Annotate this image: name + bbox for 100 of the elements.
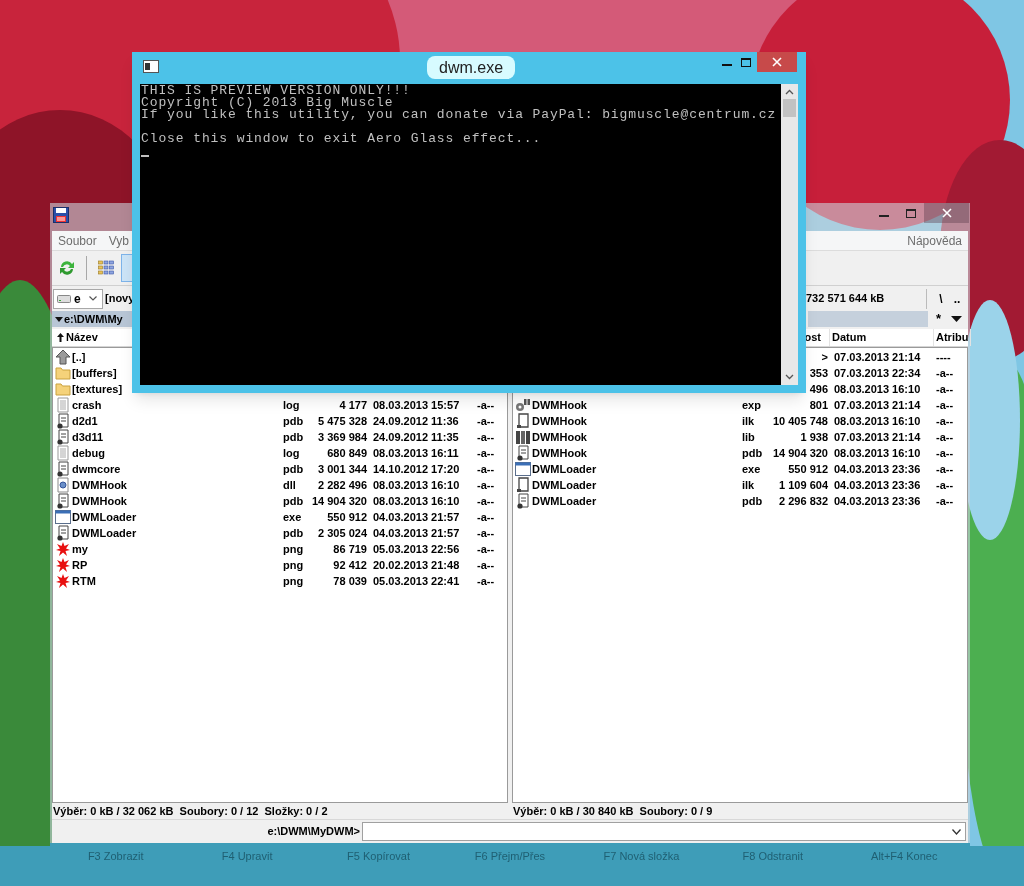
command-input[interactable] [362,822,966,841]
file-name[interactable]: DWMHook [532,413,587,429]
file-name[interactable]: RP [72,557,88,573]
file-attributes: -a-- [477,575,495,587]
file-size: 4 177 [339,398,367,413]
file-name[interactable]: dwmcore [72,461,121,477]
console-app-icon [143,60,159,73]
file-date: 08.03.2013 16:10 [373,479,460,491]
maximize-icon [741,57,751,67]
file-size: 1 109 604 [779,478,828,493]
file-date: 07.03.2013 21:14 [834,351,921,363]
minimize-icon [878,215,889,217]
triangle-down-icon [951,316,963,322]
drive-dropdown[interactable]: e [53,288,103,309]
refresh-icon [58,259,76,277]
path-bar[interactable]: e:\DWM\My [52,311,132,327]
document-icon [515,445,531,461]
file-name[interactable]: [buffers] [72,365,117,381]
root-button[interactable]: \ [936,289,946,308]
console-line: Copyright (C) 2013 Big Muscle [141,97,395,109]
file-date: 08.03.2013 16:10 [834,383,921,395]
window-icon [515,461,531,477]
scroll-up-icon [785,89,794,95]
file-extension: exp [742,399,761,411]
file-attributes: -a-- [477,431,495,443]
file-name[interactable]: d2d1 [72,413,98,429]
file-attributes: -a-- [477,511,495,523]
document-icon [55,429,71,445]
file-size: 3 001 344 [318,462,367,477]
file-attributes: -a-- [477,399,495,411]
file-date: 04.03.2013 23:36 [834,463,921,475]
file-name[interactable]: debug [72,445,105,461]
menu-item[interactable]: Vyb [108,231,129,250]
text-cursor [141,155,149,157]
file-name[interactable]: DWMLoader [72,509,137,525]
path-text: e:\DWM\My [64,311,123,327]
grid-icon [98,260,114,276]
close-button[interactable] [924,203,969,223]
file-attributes: -a-- [936,415,954,427]
file-date: 24.09.2012 11:36 [373,415,459,427]
file-name[interactable]: DWMLoader [532,493,597,509]
column-header[interactable]: Datum [832,329,867,346]
file-name[interactable]: [..] [72,349,86,365]
page-icon [515,477,531,493]
view-button[interactable] [121,254,132,282]
file-date: 08.03.2013 16:10 [834,447,921,459]
folder-icon [55,365,71,381]
file-extension: pdb [283,527,304,539]
file-extension: exe [283,511,302,523]
file-name[interactable]: DWMHook [532,445,587,461]
file-name[interactable]: DWMLoader [532,461,597,477]
file-name[interactable]: DWMHook [72,477,127,493]
status-text: Výběr: 0 kB / 30 840 kB Soubory: 0 / 9 [513,804,713,817]
file-size: 353 [809,366,828,381]
file-date: 14.10.2012 17:20 [373,463,460,475]
scrollbar[interactable] [781,84,798,385]
file-name[interactable]: d3d11 [72,429,104,445]
file-attributes: -a-- [936,383,954,395]
file-attributes: -a-- [936,479,954,491]
parent-button[interactable]: .. [952,289,962,308]
file-size: 1 938 [800,430,828,445]
file-size: 92 412 [333,558,367,573]
file-extension: pdb [283,463,304,475]
file-size: 680 849 [327,446,367,461]
file-size: 2 305 024 [318,526,367,541]
file-name[interactable]: DWMHook [532,397,587,413]
file-size: 801 [809,398,828,413]
menu-item[interactable]: Soubor [58,231,97,250]
file-name[interactable]: crash [72,397,102,413]
window-title: dwm.exe [427,56,516,79]
file-extension: png [283,559,304,571]
file-size: 2 282 496 [318,478,367,493]
file-attributes: -a-- [477,479,495,491]
column-header[interactable]: Název [66,329,98,346]
file-name[interactable]: DWMHook [532,429,587,445]
chevron-down-icon [89,296,97,301]
file-name[interactable]: DWMLoader [72,525,137,541]
triangle-down-icon [55,316,63,322]
column-header[interactable]: Atribu [936,329,969,346]
file-extension: pdb [283,495,304,507]
scroll-thumb[interactable] [783,99,796,117]
file-attributes: -a-- [477,559,495,571]
file-name[interactable]: DWMHook [72,493,127,509]
console-line: THIS IS PREVIEW VERSION ONLY!!! [141,85,412,97]
file-name[interactable]: [textures] [72,381,123,397]
file-extension: pdb [283,415,304,427]
filter-button[interactable]: * [936,312,942,326]
file-name[interactable]: my [72,541,88,557]
file-size: 5 475 328 [318,414,367,429]
file-name[interactable]: DWMLoader [532,477,597,493]
file-size: 14 904 320 [311,494,367,509]
file-name[interactable]: RTM [72,573,96,589]
status-text: Výběr: 0 kB / 32 062 kB Soubory: 0 / 12 Složky: 0 / 2 [53,804,328,817]
file-date: 07.03.2013 21:14 [834,431,921,443]
file-extension: png [283,543,304,555]
menu-item[interactable]: Nápověda [907,231,962,250]
gear-file-icon [55,477,71,493]
minimize-icon [722,64,732,66]
file-extension: ilk [742,479,755,491]
console-line: If you like this utility, you can donate via PayPal: bigmuscle@centrum.cz [141,109,778,121]
